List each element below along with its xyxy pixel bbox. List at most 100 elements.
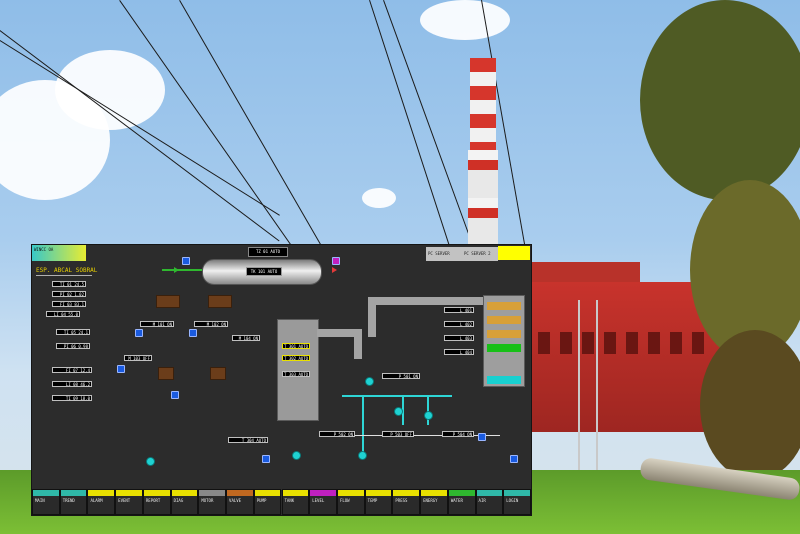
vessel-level-bar xyxy=(487,316,521,324)
motor-tag[interactable]: M 101 ON xyxy=(140,321,174,327)
footer-button-label: FLOW xyxy=(339,498,350,503)
vessel-tag[interactable]: L 401 xyxy=(444,307,474,313)
footer-button-energy[interactable]: ENERGY xyxy=(420,489,448,515)
motor-tag[interactable]: M 102 ON xyxy=(194,321,228,327)
window xyxy=(604,332,616,354)
motor-icon[interactable] xyxy=(365,377,374,386)
pump-tag[interactable]: P 502 ON xyxy=(319,431,355,437)
process-tag[interactable]: FI 07 12.4 xyxy=(52,367,92,373)
vessel-tag[interactable]: L 404 xyxy=(444,349,474,355)
vessel-level-bar xyxy=(487,302,521,310)
building-roof xyxy=(530,262,640,284)
vessel-level-bar xyxy=(487,376,521,384)
footer-button-login[interactable]: LOGIN xyxy=(503,489,531,515)
valve-icon[interactable] xyxy=(332,267,337,273)
header-status-tag[interactable]: TZ 01 AUTO xyxy=(248,247,288,257)
window xyxy=(626,332,638,354)
scada-hmi-panel: WINCC OA TZ 01 AUTO PC SERVER PC SERVER … xyxy=(31,244,532,516)
control-button-icon[interactable] xyxy=(182,257,190,265)
process-tag[interactable]: LI 08 46.2 xyxy=(52,381,92,387)
process-tag[interactable]: PI 02 1.02 xyxy=(52,291,86,297)
motor-icon[interactable] xyxy=(358,451,367,460)
alarm-indicator[interactable] xyxy=(498,246,530,260)
motor-icon[interactable] xyxy=(424,411,433,420)
vessel-tag[interactable]: L 403 xyxy=(444,335,474,341)
process-tag[interactable]: LI 04 55.0 xyxy=(46,311,80,317)
footer-button-report[interactable]: REPORT xyxy=(142,489,171,515)
footer-button-level[interactable]: LEVEL xyxy=(309,489,337,515)
footer-button-cap xyxy=(171,490,198,496)
pump-tag[interactable]: P 504 ON xyxy=(442,431,474,437)
footer-button-cap xyxy=(448,490,475,496)
footer-button-valve[interactable]: VALVE xyxy=(226,489,254,515)
control-button-icon[interactable] xyxy=(510,455,518,463)
control-button-icon[interactable] xyxy=(262,455,270,463)
footer-button-alarm[interactable]: ALARM xyxy=(87,489,116,515)
window xyxy=(560,332,572,354)
footer-button-temp[interactable]: TEMP xyxy=(364,489,393,515)
footer-button-label: WATER xyxy=(450,498,463,503)
footer-button-cap xyxy=(143,490,170,496)
footer-button-trend[interactable]: TREND xyxy=(59,489,88,515)
control-button-icon[interactable] xyxy=(332,257,340,265)
window xyxy=(670,332,682,354)
vessel-tag[interactable]: L 402 xyxy=(444,321,474,327)
motor-tag[interactable]: M 103 OFF xyxy=(124,355,152,361)
process-tag[interactable]: TI 01 24.5 xyxy=(52,281,86,287)
footer-button-label: AIR xyxy=(478,498,486,503)
header-server-box-1[interactable]: PC SERVER xyxy=(426,247,462,261)
footer-button-label: TANK xyxy=(284,498,295,503)
footer-button-cap xyxy=(337,490,364,496)
control-button-icon[interactable] xyxy=(171,391,179,399)
control-button-icon[interactable] xyxy=(189,329,197,337)
window xyxy=(648,332,660,354)
footer-button-flow[interactable]: FLOW xyxy=(336,489,365,515)
footer-button-main[interactable]: MAIN xyxy=(32,489,60,515)
process-tag[interactable]: PI 06 0.98 xyxy=(56,343,90,349)
footer-button-label: MOTOR xyxy=(201,498,214,503)
footer-button-motor[interactable]: MOTOR xyxy=(198,489,227,515)
footer-button-diag[interactable]: DIAG xyxy=(170,489,199,515)
process-pipe xyxy=(362,395,364,455)
control-button-icon[interactable] xyxy=(117,365,125,373)
process-tag[interactable]: TI 05 24.1 xyxy=(56,329,90,335)
motor-icon[interactable] xyxy=(394,407,403,416)
column-tag[interactable]: T 301 AUTO xyxy=(282,343,310,349)
motor-icon[interactable] xyxy=(146,457,155,466)
hopper-icon xyxy=(208,295,232,308)
footer-button-cap xyxy=(60,490,87,496)
header-server-box-2[interactable]: PC SERVER 2 xyxy=(462,247,498,261)
motor-icon[interactable] xyxy=(292,451,301,460)
footer-button-label: PRESS xyxy=(395,498,408,503)
footer-button-pump[interactable]: PUMP xyxy=(253,489,282,515)
process-tag[interactable]: FI 03 83.1 xyxy=(52,301,86,307)
column-tag[interactable]: T 302 AUTO xyxy=(282,355,310,361)
footer-button-cap xyxy=(254,490,281,496)
pump-tag[interactable]: P 503 OFF xyxy=(382,431,414,437)
control-button-icon[interactable] xyxy=(478,433,486,441)
tank-tag[interactable]: TK 101 AUTO xyxy=(246,267,282,276)
pump-tag[interactable]: P 501 ON xyxy=(382,373,420,379)
footer-button-cap xyxy=(199,490,226,496)
footer-button-cap xyxy=(33,490,59,496)
valve-icon[interactable] xyxy=(174,267,179,273)
footer-button-cap xyxy=(116,490,142,496)
footer-button-cap xyxy=(310,490,336,496)
footer-button-label: LOGIN xyxy=(506,498,519,503)
footer-button-cap xyxy=(393,490,420,496)
vendor-logo: WINCC OA xyxy=(32,245,86,261)
footer-button-water[interactable]: WATER xyxy=(447,489,476,515)
footer-button-air[interactable]: AIR xyxy=(475,489,504,515)
motor-tag[interactable]: M 104 ON xyxy=(232,335,260,341)
footer-button-press[interactable]: PRESS xyxy=(392,489,421,515)
hopper-icon xyxy=(210,367,226,380)
footer-button-label: TREND xyxy=(62,498,75,503)
footer-button-event[interactable]: EVENT xyxy=(115,489,143,515)
control-button-icon[interactable] xyxy=(135,329,143,337)
column-tag[interactable]: T 303 AUTO xyxy=(282,371,310,377)
process-tag[interactable]: TI 09 18.0 xyxy=(52,395,92,401)
header-server-label-2: PC SERVER 2 xyxy=(464,251,491,256)
footer-button-tank[interactable]: TANK xyxy=(281,489,310,515)
logo-text: WINCC OA xyxy=(34,247,54,252)
column-tag[interactable]: T 304 AUTO xyxy=(228,437,268,443)
